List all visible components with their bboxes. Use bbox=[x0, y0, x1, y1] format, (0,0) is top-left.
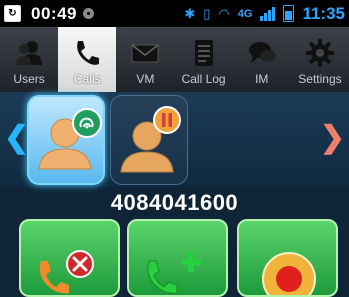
tab-bar: Users Calls VM Call Log IM Settings bbox=[0, 27, 349, 93]
tab-label: Calls bbox=[73, 72, 101, 86]
caller-active-icon bbox=[38, 108, 102, 170]
tab-calls[interactable]: Calls bbox=[58, 27, 117, 92]
tab-settings[interactable]: Settings bbox=[291, 27, 349, 92]
gear-icon bbox=[305, 38, 335, 68]
call-card-hold[interactable] bbox=[110, 95, 188, 185]
vibrate-icon: ▯ bbox=[203, 5, 211, 21]
tab-vm[interactable]: VM bbox=[116, 27, 174, 92]
network-type: 4G bbox=[237, 7, 253, 20]
notification-icon: ↻ bbox=[4, 5, 21, 22]
phone-icon bbox=[72, 38, 102, 68]
users-icon bbox=[14, 38, 44, 68]
call-log-icon bbox=[189, 38, 219, 68]
chat-icon bbox=[247, 38, 277, 68]
status-bar: ↻ 00:49 ✱ ▯ ◠ 4G 11:35 bbox=[0, 0, 349, 27]
status-clock: 11:35 bbox=[302, 3, 345, 23]
tab-label: Settings bbox=[298, 72, 342, 86]
tab-im[interactable]: IM bbox=[233, 27, 291, 92]
voicemail-icon bbox=[130, 38, 160, 68]
tab-users[interactable]: Users bbox=[0, 27, 58, 92]
add-call-icon bbox=[147, 252, 201, 294]
next-call-arrow[interactable]: ❯ bbox=[320, 120, 345, 155]
record-button[interactable] bbox=[237, 219, 338, 297]
record-icon bbox=[262, 252, 316, 295]
add-call-button[interactable] bbox=[127, 219, 228, 297]
battery-icon bbox=[283, 5, 295, 22]
tab-label: Call Log bbox=[181, 72, 226, 86]
status-time: 00:49 bbox=[31, 3, 77, 23]
tab-call-log[interactable]: Call Log bbox=[175, 27, 233, 92]
previous-call-arrow[interactable]: ❮ bbox=[4, 120, 29, 155]
end-call-button[interactable] bbox=[19, 219, 120, 297]
signal-icon bbox=[260, 6, 276, 21]
active-calls-strip: ❮ ❯ bbox=[0, 92, 349, 187]
wifi-icon: ◠ bbox=[218, 5, 230, 21]
tab-label: IM bbox=[255, 72, 269, 86]
bluetooth-icon: ✱ bbox=[184, 5, 196, 21]
call-card-active[interactable] bbox=[27, 95, 105, 185]
tab-label: Users bbox=[13, 72, 45, 86]
end-call-icon bbox=[39, 250, 94, 294]
call-number: 4084041600 bbox=[110, 190, 239, 215]
settings-notification-icon bbox=[82, 8, 94, 19]
tab-label: VM bbox=[136, 72, 155, 86]
caller-hold-icon bbox=[120, 106, 181, 173]
